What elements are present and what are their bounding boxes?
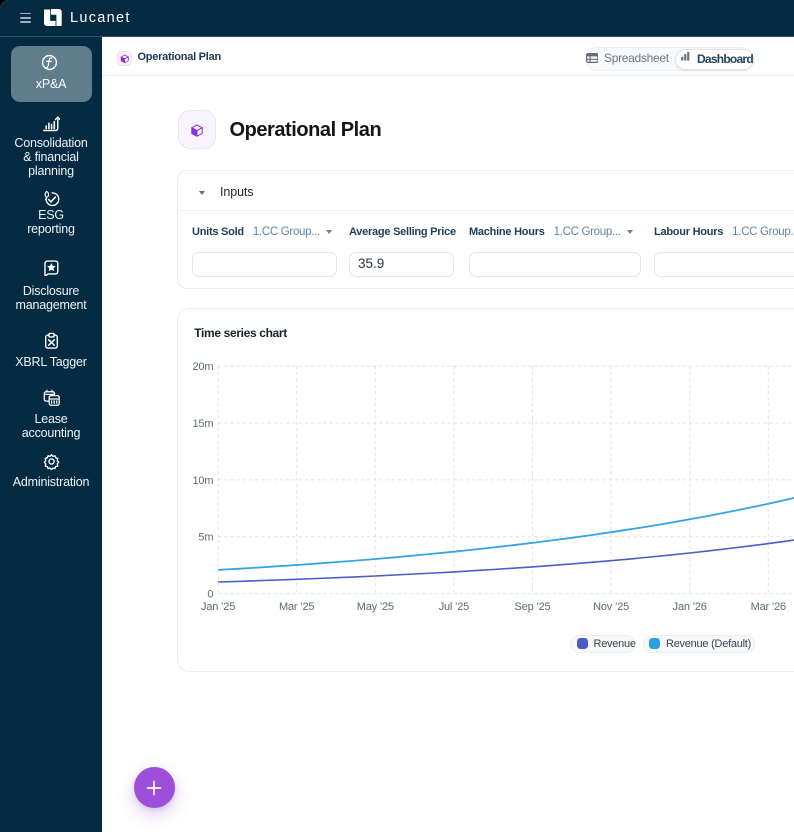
svg-text:Mar ’26: Mar ’26 xyxy=(750,601,785,613)
svg-text:May ’25: May ’25 xyxy=(356,601,393,613)
svg-text:Mar ’25: Mar ’25 xyxy=(279,601,314,613)
svg-text:0: 0 xyxy=(207,589,213,601)
svg-text:20m: 20m xyxy=(192,361,213,373)
svg-text:Nov ’25: Nov ’25 xyxy=(593,601,629,613)
svg-text:15m: 15m xyxy=(192,418,213,430)
svg-text:Sep ’25: Sep ’25 xyxy=(514,601,550,613)
svg-text:Jan ’26: Jan ’26 xyxy=(672,601,706,613)
svg-text:5m: 5m xyxy=(198,532,213,544)
svg-text:Jan ’25: Jan ’25 xyxy=(201,601,235,613)
svg-text:10m: 10m xyxy=(192,475,213,487)
svg-text:Jul ’25: Jul ’25 xyxy=(438,601,468,613)
